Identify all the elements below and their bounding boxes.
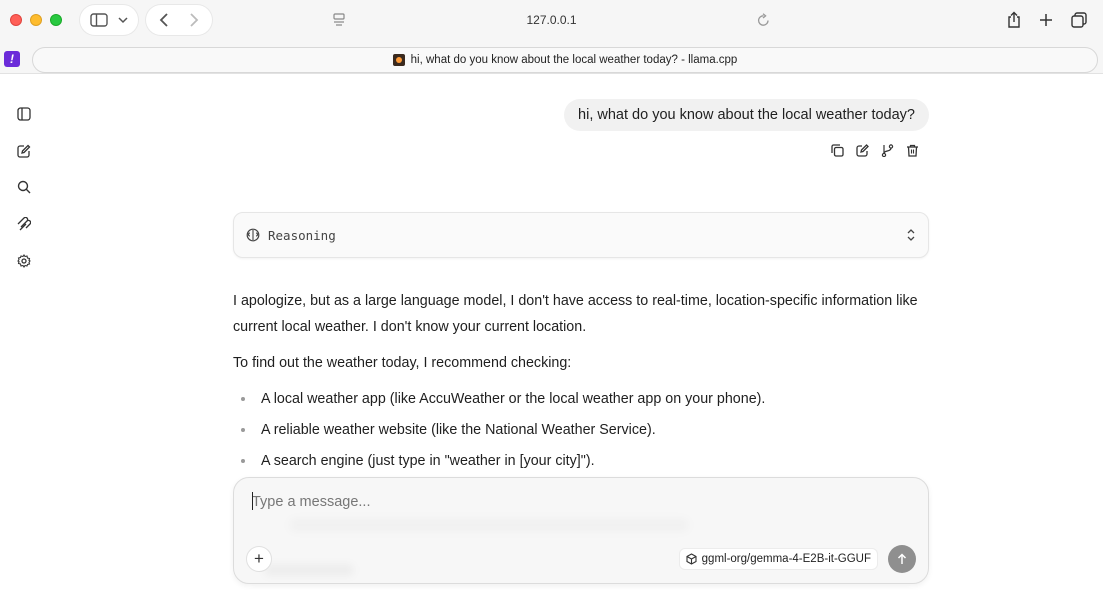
brain-icon	[246, 228, 260, 242]
new-chat-icon[interactable]	[16, 143, 32, 159]
message-actions	[830, 143, 919, 157]
tab-title: hi, what do you know about the local wea…	[410, 54, 738, 66]
zoom-window-button[interactable]	[50, 14, 62, 26]
blurred-background-text	[264, 564, 354, 576]
assistant-message: I apologize, but as a large language mod…	[233, 288, 933, 479]
mcp-icon[interactable]	[16, 216, 32, 232]
tab-overview-icon[interactable]	[1070, 11, 1088, 29]
chevron-down-icon	[118, 17, 128, 24]
reasoning-toggle[interactable]: Reasoning	[233, 212, 929, 258]
history-nav	[146, 5, 212, 35]
share-icon[interactable]	[1006, 11, 1022, 29]
assistant-paragraph: I apologize, but as a large language mod…	[233, 293, 918, 335]
forward-icon[interactable]	[188, 12, 200, 28]
branch-icon[interactable]	[880, 143, 894, 157]
text-caret	[252, 492, 253, 510]
sidebar-toggle-icon[interactable]	[16, 106, 32, 122]
list-item: A search engine (just type in "weather i…	[233, 448, 933, 474]
reasoning-label: Reasoning	[268, 227, 336, 243]
list-item: A reliable weather website (like the Nat…	[233, 417, 933, 443]
url-field[interactable]: 127.0.0.1	[526, 13, 576, 27]
message-composer: + ggml-org/gemma-4-E2B-it-GGUF	[233, 477, 929, 584]
minimize-window-button[interactable]	[30, 14, 42, 26]
user-message-bubble: hi, what do you know about the local wea…	[564, 99, 929, 131]
page-settings-icon[interactable]	[332, 12, 346, 28]
llama-favicon-icon	[392, 54, 405, 66]
send-button[interactable]	[888, 545, 916, 573]
cube-icon	[686, 553, 697, 565]
sidebar-menu-button[interactable]	[80, 5, 138, 35]
extension-icon[interactable]: !	[4, 51, 20, 67]
browser-sidebar-icon	[90, 13, 108, 27]
model-name: ggml-org/gemma-4-E2B-it-GGUF	[701, 553, 871, 565]
arrow-up-icon	[897, 553, 907, 564]
recommendation-list: A local weather app (like AccuWeather or…	[233, 386, 933, 474]
back-icon[interactable]	[158, 12, 170, 28]
edit-icon[interactable]	[855, 143, 869, 157]
copy-icon[interactable]	[830, 143, 844, 157]
message-input[interactable]	[252, 490, 892, 514]
reload-icon[interactable]	[755, 12, 771, 28]
search-icon[interactable]	[16, 179, 32, 195]
add-attachment-button[interactable]: +	[246, 546, 272, 572]
assistant-paragraph: To find out the weather today, I recomme…	[233, 355, 572, 371]
settings-icon[interactable]	[16, 253, 32, 269]
list-item: A local weather app (like AccuWeather or…	[233, 386, 933, 412]
model-selector[interactable]: ggml-org/gemma-4-E2B-it-GGUF	[678, 548, 878, 570]
expand-collapse-icon	[907, 229, 915, 241]
browser-toolbar: 127.0.0.1 ! hi, what do you know about t…	[0, 0, 1103, 74]
new-tab-icon[interactable]	[1038, 11, 1054, 29]
tab-active[interactable]: hi, what do you know about the local wea…	[32, 47, 1098, 73]
close-window-button[interactable]	[10, 14, 22, 26]
delete-icon[interactable]	[905, 143, 919, 157]
blurred-background-text	[289, 518, 689, 532]
